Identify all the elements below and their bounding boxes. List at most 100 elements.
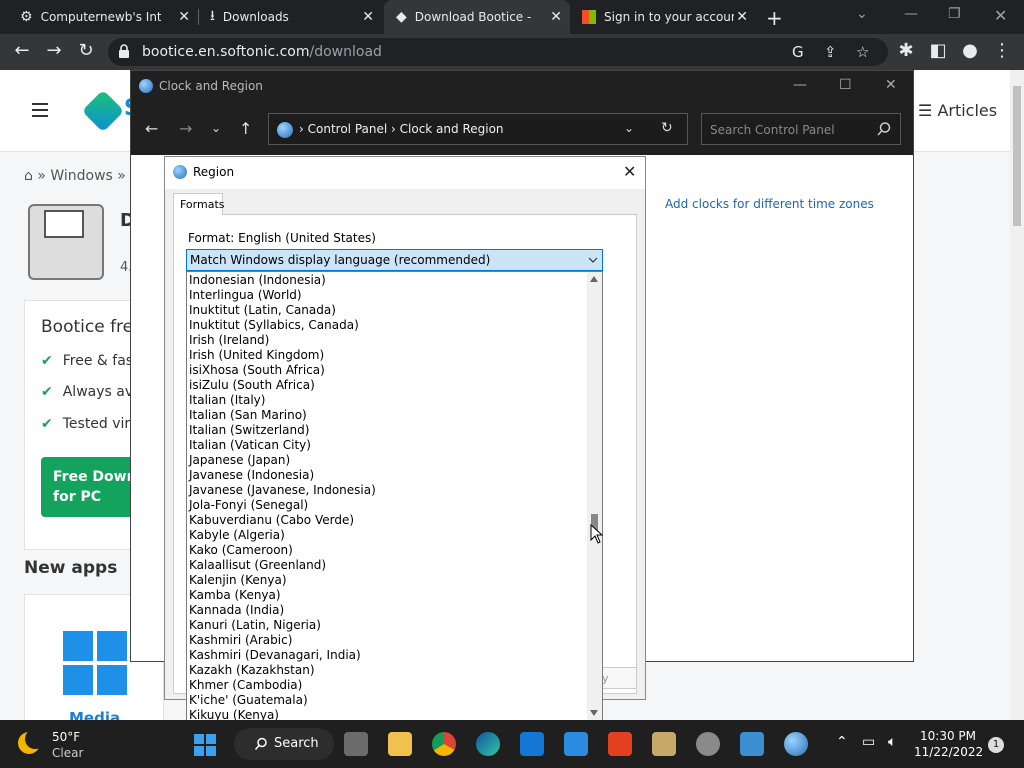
format-option[interactable]: Javanese (Indonesia) — [187, 468, 587, 483]
start-windows-icon[interactable] — [194, 734, 216, 756]
format-option[interactable]: Kannada (India) — [187, 603, 587, 618]
format-option[interactable]: Italian (San Marino) — [187, 408, 587, 423]
close-window-icon[interactable]: ✕ — [994, 6, 1007, 25]
tray-overflow-chevron-icon[interactable]: ⌃ — [836, 734, 848, 750]
forward-arrow-icon[interactable]: → — [42, 40, 66, 61]
chrome-icon[interactable] — [432, 732, 456, 756]
volume-icon[interactable]: 🔈︎ — [888, 734, 896, 750]
format-option[interactable]: Kalaallisut (Greenland) — [187, 558, 587, 573]
cp-search-input[interactable]: Search Control Panel — [701, 113, 901, 145]
side-panel-icon[interactable]: ◧ — [926, 40, 950, 61]
format-option[interactable]: Javanese (Javanese, Indonesia) — [187, 483, 587, 498]
dropdown-scrollbar[interactable] — [587, 272, 602, 721]
cp-refresh-icon[interactable]: ↻ — [661, 120, 673, 136]
file-explorer-icon[interactable] — [388, 732, 412, 756]
breadcrumb-text[interactable]: » Windows » — [37, 168, 126, 184]
store-icon[interactable] — [564, 732, 588, 756]
cp-minimize-icon[interactable]: — — [793, 77, 807, 93]
browser-tab-signin[interactable]: Sign in to your account ✕ — [570, 0, 756, 34]
articles-link[interactable]: ☰ Articles — [918, 101, 997, 120]
format-option[interactable]: isiZulu (South Africa) — [187, 378, 587, 393]
format-option[interactable]: Italian (Vatican City) — [187, 438, 587, 453]
archive-app-icon[interactable] — [652, 732, 676, 756]
extensions-puzzle-icon[interactable]: ✱ — [894, 40, 918, 61]
format-option[interactable]: Jola-Fonyi (Senegal) — [187, 498, 587, 513]
format-option[interactable]: Italian (Italy) — [187, 393, 587, 408]
tab-close-icon[interactable]: ✕ — [736, 9, 748, 25]
task-view-icon[interactable] — [344, 732, 368, 756]
softonic-logo-icon[interactable] — [81, 89, 125, 133]
home-icon[interactable]: ⌂ — [24, 168, 33, 184]
cp-close-icon[interactable]: ✕ — [885, 77, 897, 93]
bookmark-star-icon[interactable]: ☆ — [856, 43, 869, 61]
format-option[interactable]: Kanuri (Latin, Nigeria) — [187, 618, 587, 633]
settings-gear-icon[interactable] — [696, 732, 720, 756]
format-option[interactable]: Indonesian (Indonesia) — [187, 273, 587, 288]
format-option[interactable]: Kabyle (Algeria) — [187, 528, 587, 543]
tab-formats[interactable]: Formats — [173, 193, 225, 215]
browser-tab-bootice[interactable]: ◆ Download Bootice - fre ✕ — [384, 0, 570, 34]
format-option[interactable]: Kashmiri (Devanagari, India) — [187, 648, 587, 663]
restore-icon[interactable]: ❐ — [948, 6, 961, 22]
browser-tab-downloads[interactable]: ⭳ Downloads ✕ — [198, 0, 382, 34]
tab-close-icon[interactable]: ✕ — [362, 9, 374, 25]
region-close-icon[interactable]: ✕ — [623, 162, 636, 181]
format-option[interactable]: isiXhosa (South Africa) — [187, 363, 587, 378]
format-option[interactable]: Japanese (Japan) — [187, 453, 587, 468]
format-option[interactable]: Kazakh (Kazakhstan) — [187, 663, 587, 678]
format-option[interactable]: Kalenjin (Kenya) — [187, 573, 587, 588]
taskbar-search-button[interactable]: Search — [234, 728, 334, 760]
google-lens-icon[interactable]: G — [792, 43, 804, 61]
format-option[interactable]: Interlingua (World) — [187, 288, 587, 303]
format-option[interactable]: Khmer (Cambodia) — [187, 678, 587, 693]
back-arrow-icon[interactable]: ← — [10, 40, 34, 61]
page-scrollbar[interactable] — [1010, 70, 1024, 720]
minimize-icon[interactable]: — — [904, 6, 918, 22]
region-globe-taskbar-icon[interactable] — [784, 732, 808, 756]
cp-address-bar[interactable]: › Control Panel › Clock and Region ⌄ ↻ — [268, 113, 688, 145]
control-panel-icon[interactable] — [740, 732, 764, 756]
format-option[interactable]: Italian (Switzerland) — [187, 423, 587, 438]
add-clocks-link[interactable]: Add clocks for different time zones — [665, 197, 874, 211]
reload-icon[interactable]: ↻ — [74, 40, 98, 61]
tab-close-icon[interactable]: ✕ — [178, 9, 190, 25]
profile-avatar-icon[interactable]: ● — [958, 40, 982, 61]
cp-maximize-icon[interactable]: ☐ — [839, 77, 852, 93]
format-option[interactable]: Kabuverdianu (Cabo Verde) — [187, 513, 587, 528]
chevron-down-icon[interactable] — [587, 254, 599, 266]
format-combobox[interactable]: Match Windows display language (recommen… — [186, 249, 603, 271]
office-icon[interactable] — [608, 732, 632, 756]
format-option[interactable]: Irish (United Kingdom) — [187, 348, 587, 363]
cp-forward-icon[interactable]: → — [179, 119, 192, 138]
format-dropdown-list[interactable]: Indonesian (Indonesia) Interlingua (World… — [186, 271, 603, 722]
format-option[interactable]: Kamba (Kenya) — [187, 588, 587, 603]
tab-search-chevron-icon[interactable]: ⌄ — [856, 6, 868, 22]
format-option[interactable]: Kashmiri (Arabic) — [187, 633, 587, 648]
network-icon[interactable]: ▭ — [862, 734, 875, 750]
browser-tab-computernewb[interactable]: ⚙ Computernewb's Intern ✕ — [8, 0, 198, 34]
hamburger-menu-icon[interactable] — [32, 103, 48, 117]
search-icon[interactable] — [876, 121, 892, 137]
crumb-clock-region[interactable]: Clock and Region — [400, 122, 504, 136]
share-icon[interactable]: ⇪ — [824, 43, 837, 61]
chrome-menu-icon[interactable]: ⋮ — [990, 40, 1014, 61]
scroll-up-arrow-icon[interactable] — [590, 276, 598, 282]
format-option[interactable]: Inuktitut (Syllabics, Canada) — [187, 318, 587, 333]
format-option[interactable]: K'iche' (Guatemala) — [187, 693, 587, 708]
format-option[interactable]: Inuktitut (Latin, Canada) — [187, 303, 587, 318]
format-option[interactable]: Kako (Cameroon) — [187, 543, 587, 558]
notification-badge[interactable]: 1 — [988, 737, 1004, 753]
mail-icon[interactable] — [520, 732, 544, 756]
taskbar-clock[interactable]: 10:30 PM 11/22/2022 — [914, 728, 983, 760]
page-scrollbar-thumb[interactable] — [1013, 86, 1021, 226]
crumb-control-panel[interactable]: Control Panel — [308, 122, 388, 136]
cp-up-icon[interactable]: ↑ — [239, 119, 252, 138]
cp-back-icon[interactable]: ← — [145, 119, 158, 138]
cp-address-dropdown-icon[interactable]: ⌄ — [624, 121, 634, 135]
new-tab-plus-icon[interactable]: + — [766, 6, 783, 30]
edge-icon[interactable] — [476, 732, 500, 756]
scroll-down-arrow-icon[interactable] — [590, 710, 598, 716]
address-bar[interactable]: bootice.en.softonic.com/download G ⇪ ☆ — [108, 38, 888, 66]
tab-close-icon[interactable]: ✕ — [550, 9, 562, 25]
format-option[interactable]: Irish (Ireland) — [187, 333, 587, 348]
